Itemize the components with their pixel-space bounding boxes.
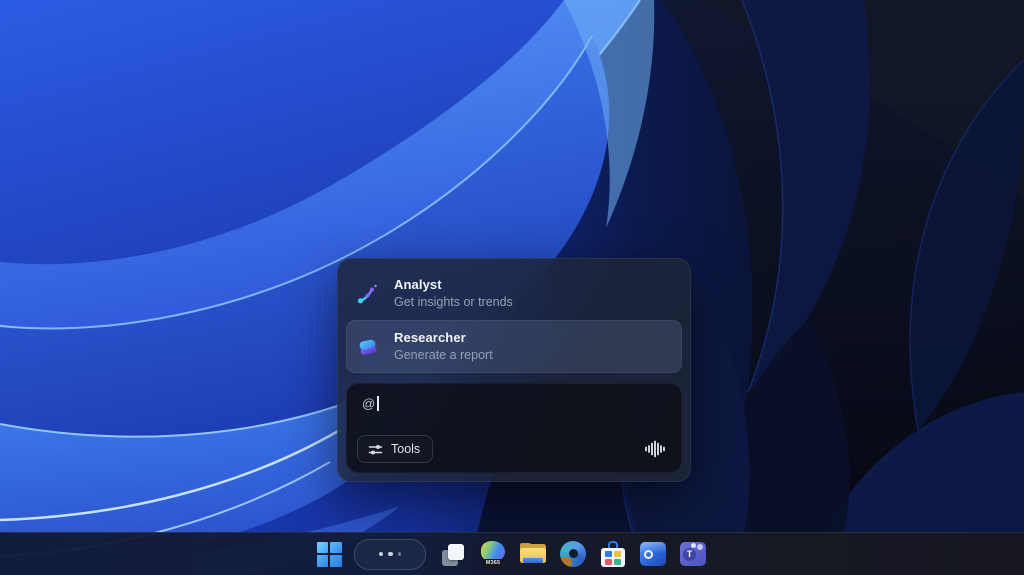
- outlook-button[interactable]: [633, 534, 673, 574]
- browser-icon: [560, 541, 586, 567]
- teams-button[interactable]: T: [673, 534, 713, 574]
- analyst-icon: [356, 282, 380, 306]
- copilot-agent-flyout: Analyst Get insights or trends: [337, 258, 691, 482]
- windows-logo-icon: [317, 542, 342, 567]
- desktop: Analyst Get insights or trends: [0, 0, 1024, 575]
- task-view-button[interactable]: [433, 534, 473, 574]
- typing-indicator: [354, 539, 426, 570]
- start-button[interactable]: [311, 534, 347, 574]
- teams-t-glyph: T: [683, 548, 696, 561]
- browser-button[interactable]: [553, 534, 593, 574]
- task-view-icon: [441, 542, 466, 567]
- file-explorer-button[interactable]: [513, 534, 553, 574]
- suggestion-title: Researcher: [394, 329, 493, 347]
- m365-badge: M365: [483, 559, 503, 568]
- suggestion-subtitle: Generate a report: [394, 347, 493, 364]
- waveform-icon: [643, 439, 665, 459]
- sliders-icon: [368, 443, 383, 456]
- search-pill[interactable]: [347, 534, 433, 574]
- input-text: @: [362, 396, 375, 411]
- suggestion-title: Analyst: [394, 276, 513, 294]
- file-explorer-icon: [520, 543, 546, 565]
- microsoft-store-icon: [601, 541, 625, 567]
- teams-icon: T: [680, 542, 706, 566]
- m365-copilot-button[interactable]: M365: [473, 534, 513, 574]
- copilot-input[interactable]: @ Tools: [346, 383, 682, 473]
- microsoft-store-button[interactable]: [593, 534, 633, 574]
- m365-copilot-icon: M365: [480, 541, 506, 568]
- outlook-icon: [640, 542, 666, 566]
- voice-input-button[interactable]: [640, 437, 668, 461]
- tools-label: Tools: [391, 442, 420, 456]
- suggestion-analyst[interactable]: Analyst Get insights or trends: [346, 267, 682, 320]
- taskbar: M365: [0, 532, 1024, 575]
- text-caret: [377, 396, 379, 411]
- tools-button[interactable]: Tools: [357, 435, 433, 463]
- suggestion-subtitle: Get insights or trends: [394, 294, 513, 311]
- researcher-icon: [356, 335, 380, 359]
- suggestion-researcher[interactable]: Researcher Generate a report: [346, 320, 682, 373]
